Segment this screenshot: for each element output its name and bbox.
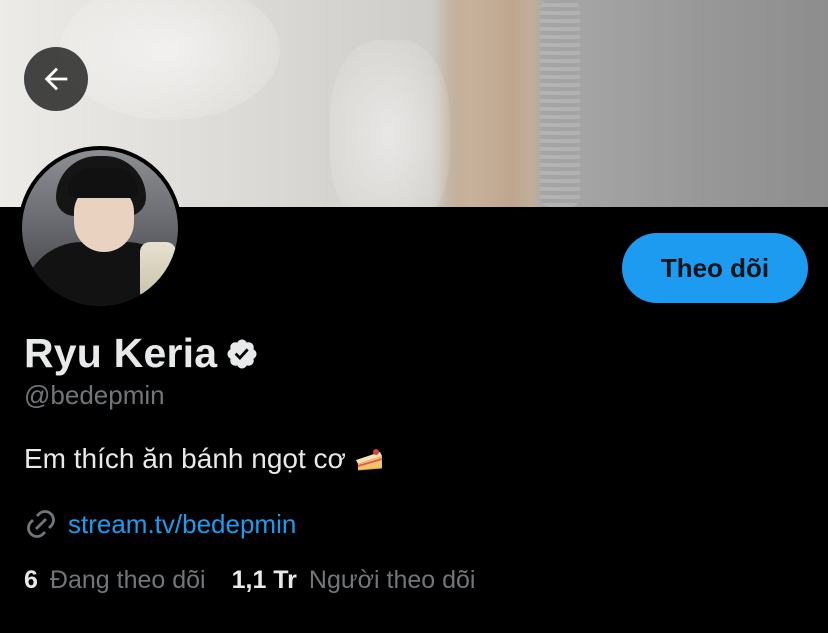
bio-text: Em thích ăn bánh ngọt cơ [24, 443, 346, 474]
back-button[interactable] [24, 47, 88, 111]
avatar[interactable] [18, 146, 182, 310]
followers-count: 1,1 Tr [231, 566, 297, 594]
banner-fabric-fold [330, 40, 450, 207]
followers-stat[interactable]: 1,1 Tr Người theo dõi [232, 566, 476, 595]
profile-name-row: Ryu Keria [24, 330, 259, 377]
cake-slice-icon [355, 449, 382, 471]
profile-handle: @bedepmin [24, 380, 165, 410]
arrow-left-icon [44, 67, 68, 91]
following-count: 6 [24, 566, 38, 594]
link-icon [27, 510, 55, 538]
banner-fabric-fold [60, 0, 280, 120]
profile-link[interactable]: stream.tv/bedepmin [68, 509, 296, 540]
verified-badge-icon[interactable] [225, 337, 259, 371]
avatar-fringe [68, 168, 138, 198]
profile-name: Ryu Keria [24, 330, 218, 376]
following-label: Đang theo dõi [49, 566, 206, 594]
following-stat[interactable]: 6 Đang theo dõi [24, 566, 206, 595]
banner-drawstring [540, 0, 580, 207]
avatar-bouquet [140, 242, 176, 302]
banner-photo-detail [440, 0, 540, 207]
profile-stats: 6 Đang theo dõi 1,1 Tr Người theo dõi [24, 566, 475, 595]
follow-button[interactable]: Theo dõi [622, 233, 808, 303]
profile-bio: Em thích ăn bánh ngọt cơ [24, 443, 384, 475]
followers-label: Người theo dõi [308, 566, 476, 594]
profile-link-row: stream.tv/bedepmin [24, 507, 296, 541]
